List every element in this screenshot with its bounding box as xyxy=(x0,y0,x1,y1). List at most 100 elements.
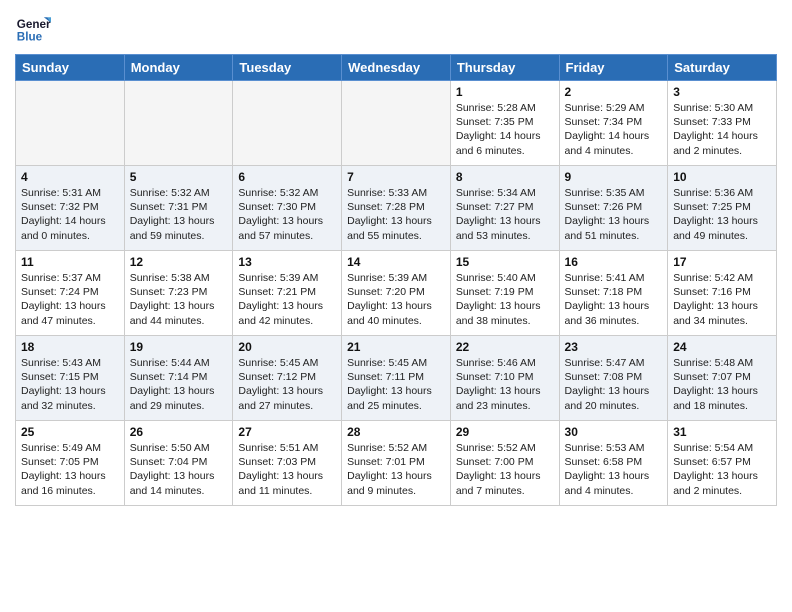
calendar-cell: 24Sunrise: 5:48 AM Sunset: 7:07 PM Dayli… xyxy=(668,336,777,421)
day-number: 21 xyxy=(347,340,445,354)
calendar-cell: 28Sunrise: 5:52 AM Sunset: 7:01 PM Dayli… xyxy=(342,421,451,506)
day-number: 13 xyxy=(238,255,336,269)
day-number: 6 xyxy=(238,170,336,184)
calendar-cell xyxy=(124,81,233,166)
day-number: 19 xyxy=(130,340,228,354)
day-number: 28 xyxy=(347,425,445,439)
day-info: Sunrise: 5:33 AM Sunset: 7:28 PM Dayligh… xyxy=(347,186,445,243)
calendar-cell: 9 Sunrise: 5:35 AM Sunset: 7:26 PM Daylig… xyxy=(559,166,668,251)
day-number: 30 xyxy=(565,425,663,439)
day-number: 3 xyxy=(673,85,771,99)
day-info: Sunrise: 5:36 AM Sunset: 7:25 PM Dayligh… xyxy=(673,186,771,243)
day-info: Sunrise: 5:37 AM Sunset: 7:24 PM Dayligh… xyxy=(21,271,119,328)
day-info: Sunrise: 5:28 AM Sunset: 7:35 PM Dayligh… xyxy=(456,101,554,158)
day-info: Sunrise: 5:44 AM Sunset: 7:14 PM Dayligh… xyxy=(130,356,228,413)
day-number: 7 xyxy=(347,170,445,184)
calendar-cell: 8Sunrise: 5:34 AM Sunset: 7:27 PM Daylig… xyxy=(450,166,559,251)
day-number: 11 xyxy=(21,255,119,269)
day-number: 23 xyxy=(565,340,663,354)
day-info: Sunrise: 5:39 AM Sunset: 7:21 PM Dayligh… xyxy=(238,271,336,328)
day-info: Sunrise: 5:39 AM Sunset: 7:20 PM Dayligh… xyxy=(347,271,445,328)
calendar-cell: 13 Sunrise: 5:39 AM Sunset: 7:21 PM Dayli… xyxy=(233,251,342,336)
day-number: 8 xyxy=(456,170,554,184)
day-info: Sunrise: 5:53 AM Sunset: 6:58 PM Dayligh… xyxy=(565,441,663,498)
calendar-cell: 29 Sunrise: 5:52 AM Sunset: 7:00 PM Dayli… xyxy=(450,421,559,506)
calendar-cell: 27Sunrise: 5:51 AM Sunset: 7:03 PM Dayli… xyxy=(233,421,342,506)
day-number: 26 xyxy=(130,425,228,439)
calendar-cell: 5 Sunrise: 5:32 AM Sunset: 7:31 PM Daylig… xyxy=(124,166,233,251)
day-header-saturday: Saturday xyxy=(668,55,777,81)
day-info: Sunrise: 5:29 AM Sunset: 7:34 PM Dayligh… xyxy=(565,101,663,158)
day-number: 17 xyxy=(673,255,771,269)
calendar-cell: 10 Sunrise: 5:36 AM Sunset: 7:25 PM Dayli… xyxy=(668,166,777,251)
day-info: Sunrise: 5:40 AM Sunset: 7:19 PM Dayligh… xyxy=(456,271,554,328)
calendar-cell: 17 Sunrise: 5:42 AM Sunset: 7:16 PM Dayli… xyxy=(668,251,777,336)
day-info: Sunrise: 5:42 AM Sunset: 7:16 PM Dayligh… xyxy=(673,271,771,328)
day-number: 12 xyxy=(130,255,228,269)
day-header-thursday: Thursday xyxy=(450,55,559,81)
day-info: Sunrise: 5:32 AM Sunset: 7:30 PM Dayligh… xyxy=(238,186,336,243)
day-number: 2 xyxy=(565,85,663,99)
logo-icon: General Blue xyxy=(15,10,51,46)
calendar-cell: 31 Sunrise: 5:54 AM Sunset: 6:57 PM Dayli… xyxy=(668,421,777,506)
calendar-cell: 25Sunrise: 5:49 AM Sunset: 7:05 PM Dayli… xyxy=(16,421,125,506)
day-header-sunday: Sunday xyxy=(16,55,125,81)
day-info: Sunrise: 5:46 AM Sunset: 7:10 PM Dayligh… xyxy=(456,356,554,413)
calendar-cell xyxy=(233,81,342,166)
day-number: 24 xyxy=(673,340,771,354)
calendar-cell: 11 Sunrise: 5:37 AM Sunset: 7:24 PM Dayli… xyxy=(16,251,125,336)
calendar-cell: 20Sunrise: 5:45 AM Sunset: 7:12 PM Dayli… xyxy=(233,336,342,421)
calendar-week-row: 18 Sunrise: 5:43 AM Sunset: 7:15 PM Dayli… xyxy=(16,336,777,421)
day-info: Sunrise: 5:32 AM Sunset: 7:31 PM Dayligh… xyxy=(130,186,228,243)
calendar-header-row: SundayMondayTuesdayWednesdayThursdayFrid… xyxy=(16,55,777,81)
day-info: Sunrise: 5:41 AM Sunset: 7:18 PM Dayligh… xyxy=(565,271,663,328)
calendar-week-row: 1 Sunrise: 5:28 AM Sunset: 7:35 PM Daylig… xyxy=(16,81,777,166)
day-info: Sunrise: 5:38 AM Sunset: 7:23 PM Dayligh… xyxy=(130,271,228,328)
svg-text:General: General xyxy=(17,18,51,31)
calendar-week-row: 11 Sunrise: 5:37 AM Sunset: 7:24 PM Dayli… xyxy=(16,251,777,336)
calendar-cell: 4 Sunrise: 5:31 AM Sunset: 7:32 PM Daylig… xyxy=(16,166,125,251)
day-info: Sunrise: 5:50 AM Sunset: 7:04 PM Dayligh… xyxy=(130,441,228,498)
day-info: Sunrise: 5:30 AM Sunset: 7:33 PM Dayligh… xyxy=(673,101,771,158)
day-number: 18 xyxy=(21,340,119,354)
calendar-cell: 16Sunrise: 5:41 AM Sunset: 7:18 PM Dayli… xyxy=(559,251,668,336)
calendar-cell: 19 Sunrise: 5:44 AM Sunset: 7:14 PM Dayli… xyxy=(124,336,233,421)
day-number: 5 xyxy=(130,170,228,184)
day-info: Sunrise: 5:47 AM Sunset: 7:08 PM Dayligh… xyxy=(565,356,663,413)
calendar: SundayMondayTuesdayWednesdayThursdayFrid… xyxy=(15,54,777,506)
day-info: Sunrise: 5:45 AM Sunset: 7:11 PM Dayligh… xyxy=(347,356,445,413)
day-info: Sunrise: 5:54 AM Sunset: 6:57 PM Dayligh… xyxy=(673,441,771,498)
day-info: Sunrise: 5:43 AM Sunset: 7:15 PM Dayligh… xyxy=(21,356,119,413)
calendar-cell: 14Sunrise: 5:39 AM Sunset: 7:20 PM Dayli… xyxy=(342,251,451,336)
day-info: Sunrise: 5:51 AM Sunset: 7:03 PM Dayligh… xyxy=(238,441,336,498)
calendar-cell: 7 Sunrise: 5:33 AM Sunset: 7:28 PM Daylig… xyxy=(342,166,451,251)
calendar-cell: 18 Sunrise: 5:43 AM Sunset: 7:15 PM Dayli… xyxy=(16,336,125,421)
day-number: 10 xyxy=(673,170,771,184)
day-info: Sunrise: 5:35 AM Sunset: 7:26 PM Dayligh… xyxy=(565,186,663,243)
day-number: 22 xyxy=(456,340,554,354)
day-number: 31 xyxy=(673,425,771,439)
day-number: 15 xyxy=(456,255,554,269)
calendar-cell: 15 Sunrise: 5:40 AM Sunset: 7:19 PM Dayli… xyxy=(450,251,559,336)
calendar-cell: 23 Sunrise: 5:47 AM Sunset: 7:08 PM Dayli… xyxy=(559,336,668,421)
calendar-cell: 12 Sunrise: 5:38 AM Sunset: 7:23 PM Dayli… xyxy=(124,251,233,336)
day-number: 4 xyxy=(21,170,119,184)
day-header-tuesday: Tuesday xyxy=(233,55,342,81)
day-header-monday: Monday xyxy=(124,55,233,81)
calendar-cell: 26 Sunrise: 5:50 AM Sunset: 7:04 PM Dayli… xyxy=(124,421,233,506)
calendar-cell: 6 Sunrise: 5:32 AM Sunset: 7:30 PM Daylig… xyxy=(233,166,342,251)
day-info: Sunrise: 5:52 AM Sunset: 7:00 PM Dayligh… xyxy=(456,441,554,498)
page-header: General Blue xyxy=(15,10,777,46)
day-info: Sunrise: 5:45 AM Sunset: 7:12 PM Dayligh… xyxy=(238,356,336,413)
day-number: 1 xyxy=(456,85,554,99)
svg-text:Blue: Blue xyxy=(17,31,43,44)
day-number: 29 xyxy=(456,425,554,439)
day-header-wednesday: Wednesday xyxy=(342,55,451,81)
logo: General Blue xyxy=(15,10,55,46)
day-header-friday: Friday xyxy=(559,55,668,81)
calendar-cell: 2 Sunrise: 5:29 AM Sunset: 7:34 PM Daylig… xyxy=(559,81,668,166)
calendar-week-row: 4 Sunrise: 5:31 AM Sunset: 7:32 PM Daylig… xyxy=(16,166,777,251)
day-number: 25 xyxy=(21,425,119,439)
day-number: 9 xyxy=(565,170,663,184)
day-info: Sunrise: 5:31 AM Sunset: 7:32 PM Dayligh… xyxy=(21,186,119,243)
